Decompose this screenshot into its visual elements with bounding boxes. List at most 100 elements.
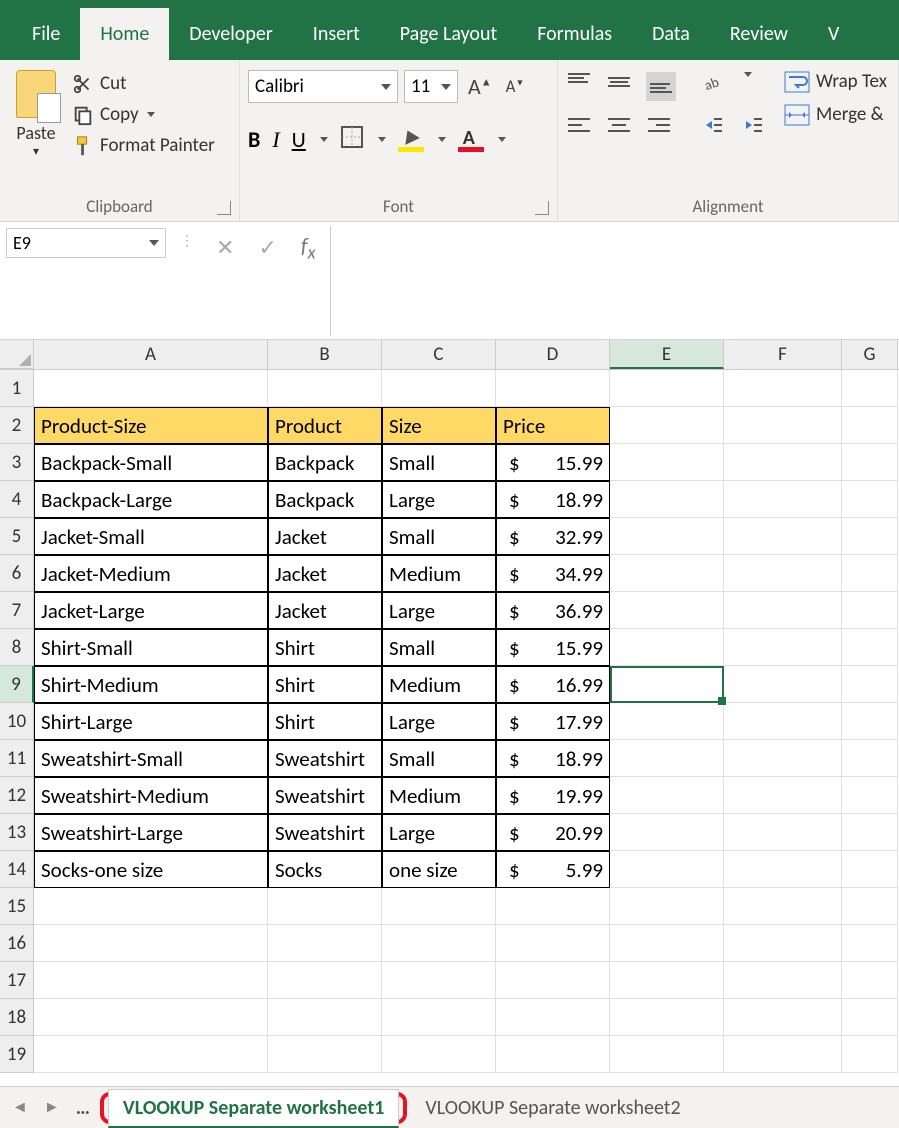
cell-A15[interactable] xyxy=(34,888,268,925)
cell-B18[interactable] xyxy=(268,999,382,1036)
cell-D5[interactable]: $32.99 xyxy=(496,518,610,555)
paste-button[interactable]: Paste ▾ xyxy=(8,64,64,159)
cell-F1[interactable] xyxy=(724,370,842,407)
cell-C16[interactable] xyxy=(382,925,496,962)
cell-G16[interactable] xyxy=(842,925,898,962)
cell-C12[interactable]: Medium xyxy=(382,777,496,814)
row-header-8[interactable]: 8 xyxy=(0,629,34,666)
insert-function-button[interactable]: fx xyxy=(301,232,316,263)
cell-A17[interactable] xyxy=(34,962,268,999)
cell-D16[interactable] xyxy=(496,925,610,962)
copy-button[interactable]: Copy xyxy=(72,103,215,126)
sheet-tab-active[interactable]: VLOOKUP Separate worksheet1 xyxy=(108,1089,399,1128)
col-header-E[interactable]: E xyxy=(610,340,724,369)
sheet-tab-other[interactable]: VLOOKUP Separate worksheet2 xyxy=(411,1090,694,1126)
tab-home[interactable]: Home xyxy=(80,8,169,60)
cell-F11[interactable] xyxy=(724,740,842,777)
cell-G13[interactable] xyxy=(842,814,898,851)
cell-C7[interactable]: Large xyxy=(382,592,496,629)
row-header-6[interactable]: 6 xyxy=(0,555,34,592)
row-header-11[interactable]: 11 xyxy=(0,740,34,777)
cell-B9[interactable]: Shirt xyxy=(268,666,382,703)
tab-file[interactable]: File xyxy=(12,8,80,60)
wrap-text-button[interactable]: Wrap Tex xyxy=(784,70,887,93)
cell-C2[interactable]: Size xyxy=(382,407,496,444)
cell-F18[interactable] xyxy=(724,999,842,1036)
cell-C10[interactable]: Large xyxy=(382,703,496,740)
cell-A16[interactable] xyxy=(34,925,268,962)
cell-B19[interactable] xyxy=(268,1036,382,1073)
cell-G3[interactable] xyxy=(842,444,898,481)
cell-B12[interactable]: Sweatshirt xyxy=(268,777,382,814)
cell-E19[interactable] xyxy=(610,1036,724,1073)
cell-D1[interactable] xyxy=(496,370,610,407)
underline-dropdown[interactable] xyxy=(320,137,328,142)
orientation-button[interactable]: ab xyxy=(702,72,728,101)
cell-A4[interactable]: Backpack-Large xyxy=(34,481,268,518)
cell-G15[interactable] xyxy=(842,888,898,925)
font-color-dropdown[interactable] xyxy=(498,137,506,142)
cell-A11[interactable]: Sweatshirt-Small xyxy=(34,740,268,777)
cell-D3[interactable]: $15.99 xyxy=(496,444,610,481)
cell-B3[interactable]: Backpack xyxy=(268,444,382,481)
cell-B6[interactable]: Jacket xyxy=(268,555,382,592)
cell-B7[interactable]: Jacket xyxy=(268,592,382,629)
decrease-indent-button[interactable] xyxy=(698,115,724,140)
cell-A3[interactable]: Backpack-Small xyxy=(34,444,268,481)
cell-D2[interactable]: Price xyxy=(496,407,610,444)
cell-G11[interactable] xyxy=(842,740,898,777)
cell-F19[interactable] xyxy=(724,1036,842,1073)
cell-A12[interactable]: Sweatshirt-Medium xyxy=(34,777,268,814)
cell-C9[interactable]: Medium xyxy=(382,666,496,703)
cell-C19[interactable] xyxy=(382,1036,496,1073)
cell-C5[interactable]: Small xyxy=(382,518,496,555)
cell-D11[interactable]: $18.99 xyxy=(496,740,610,777)
cell-A6[interactable]: Jacket-Medium xyxy=(34,555,268,592)
cell-B15[interactable] xyxy=(268,888,382,925)
cell-C11[interactable]: Small xyxy=(382,740,496,777)
cell-B11[interactable]: Sweatshirt xyxy=(268,740,382,777)
col-header-F[interactable]: F xyxy=(724,340,842,369)
row-header-17[interactable]: 17 xyxy=(0,962,34,999)
cell-B1[interactable] xyxy=(268,370,382,407)
row-header-13[interactable]: 13 xyxy=(0,814,34,851)
sheet-nav-prev[interactable]: ◄ xyxy=(6,1098,34,1117)
cell-F3[interactable] xyxy=(724,444,842,481)
enter-formula-button[interactable]: ✓ xyxy=(258,234,276,261)
format-painter-button[interactable]: Format Painter xyxy=(72,134,215,157)
cell-A13[interactable]: Sweatshirt-Large xyxy=(34,814,268,851)
decrease-font-button[interactable]: A▼ xyxy=(502,76,529,97)
increase-indent-button[interactable] xyxy=(738,115,764,140)
col-header-D[interactable]: D xyxy=(496,340,610,369)
cell-D9[interactable]: $16.99 xyxy=(496,666,610,703)
cell-A10[interactable]: Shirt-Large xyxy=(34,703,268,740)
cell-F7[interactable] xyxy=(724,592,842,629)
cell-D19[interactable] xyxy=(496,1036,610,1073)
cell-F15[interactable] xyxy=(724,888,842,925)
cell-C8[interactable]: Small xyxy=(382,629,496,666)
cell-B16[interactable] xyxy=(268,925,382,962)
cell-E15[interactable] xyxy=(610,888,724,925)
tab-view[interactable]: V xyxy=(808,8,859,60)
name-box[interactable]: E9 xyxy=(6,228,166,258)
cell-C13[interactable]: Large xyxy=(382,814,496,851)
align-middle-button[interactable] xyxy=(606,72,632,101)
row-header-10[interactable]: 10 xyxy=(0,703,34,740)
cell-F14[interactable] xyxy=(724,851,842,888)
cell-G19[interactable] xyxy=(842,1036,898,1073)
align-bottom-button[interactable] xyxy=(646,72,676,101)
cell-F4[interactable] xyxy=(724,481,842,518)
cell-E11[interactable] xyxy=(610,740,724,777)
cell-E2[interactable] xyxy=(610,407,724,444)
row-header-14[interactable]: 14 xyxy=(0,851,34,888)
cell-D15[interactable] xyxy=(496,888,610,925)
cell-C18[interactable] xyxy=(382,999,496,1036)
merge-center-button[interactable]: Merge & xyxy=(784,103,887,126)
cell-B13[interactable]: Sweatshirt xyxy=(268,814,382,851)
cell-A14[interactable]: Socks-one size xyxy=(34,851,268,888)
cell-E9[interactable] xyxy=(610,666,724,703)
cell-D12[interactable]: $19.99 xyxy=(496,777,610,814)
cell-F8[interactable] xyxy=(724,629,842,666)
cell-C15[interactable] xyxy=(382,888,496,925)
italic-button[interactable]: I xyxy=(272,127,279,153)
